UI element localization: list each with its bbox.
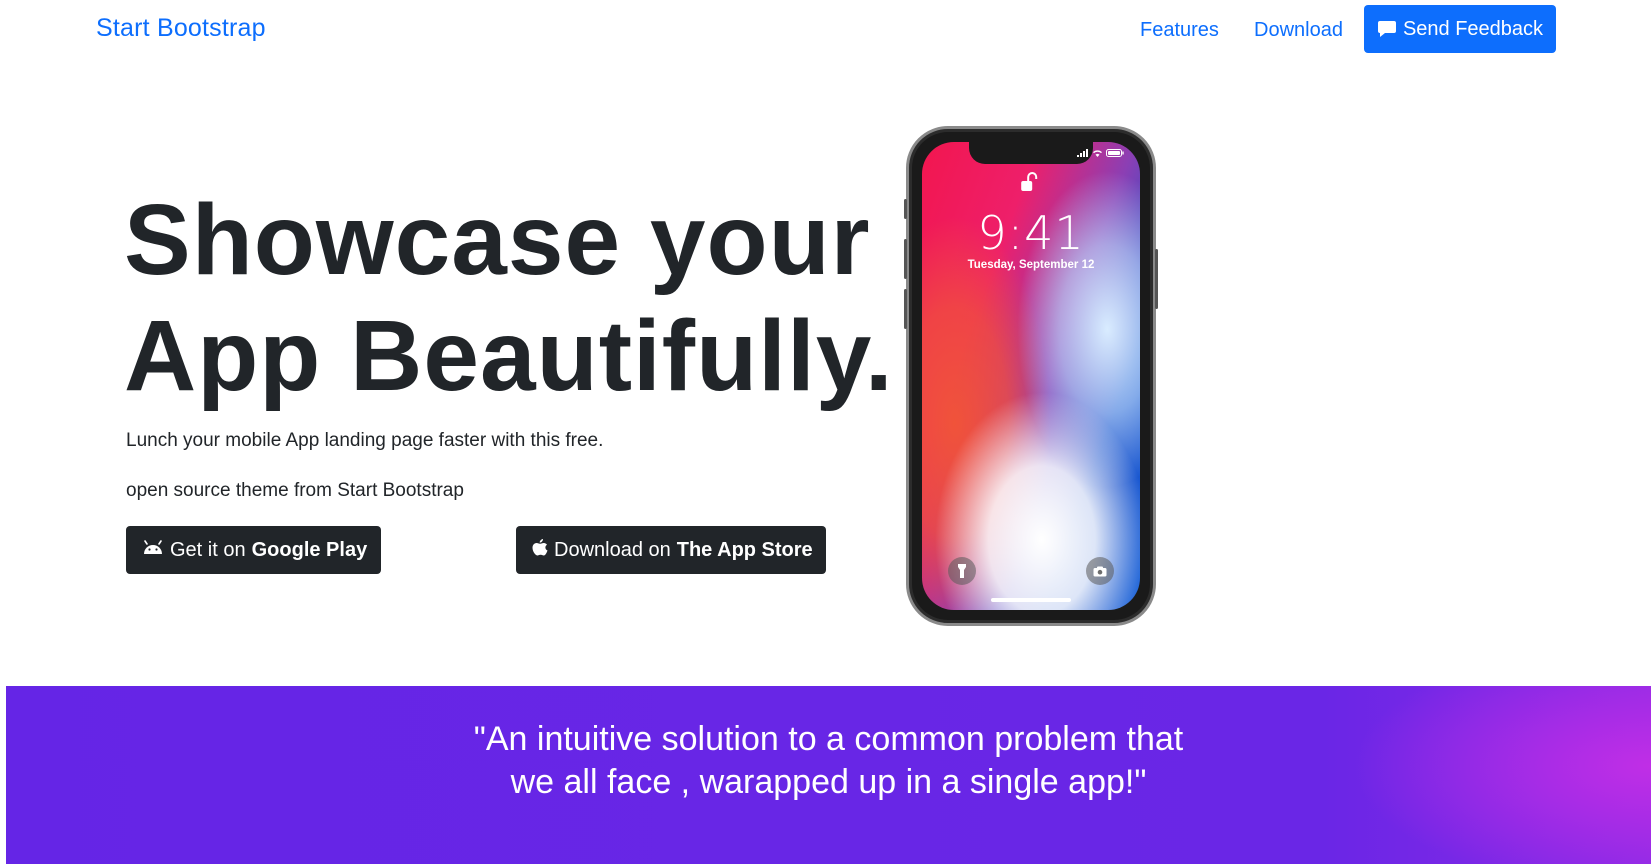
phone-notch <box>969 142 1093 164</box>
testimonial-quote: "An intuitive solution to a common probl… <box>449 718 1209 804</box>
app-store-name: The App Store <box>676 538 813 561</box>
chat-bubble-icon <box>1377 19 1397 39</box>
brand-link[interactable]: Start Bootstrap <box>96 14 266 43</box>
status-bar-icons <box>1077 149 1124 157</box>
hero-title-line-1: Showcase your <box>124 184 871 296</box>
hero-title-line-2: App Beautifully. <box>124 300 894 412</box>
google-play-button[interactable]: Get it on Google Play <box>126 526 381 574</box>
signal-icon <box>1077 149 1088 157</box>
flashlight-icon <box>948 557 976 585</box>
phone-screen: 9:41 Tuesday, September 12 <box>922 142 1140 610</box>
hero-title: Showcase your App Beautifully. <box>124 182 894 414</box>
camera-icon <box>1086 557 1114 585</box>
android-icon <box>142 539 164 562</box>
app-store-prefix: Download on <box>554 538 671 561</box>
lockscreen-date: Tuesday, September 12 <box>967 259 1095 271</box>
hero-subtitle-line-1: Lunch your mobile App landing page faste… <box>126 430 604 451</box>
lockscreen-time: 9:41 <box>977 206 1085 260</box>
apple-icon <box>532 538 548 563</box>
testimonial-section: "An intuitive solution to a common probl… <box>6 686 1651 864</box>
google-play-store-name: Google Play <box>251 538 368 561</box>
testimonial-quote-line-2: we all face , warapped up in a single ap… <box>510 763 1147 801</box>
phone-mute-switch <box>904 199 907 219</box>
wifi-icon <box>1093 150 1102 157</box>
nav-link-features[interactable]: Features <box>1140 19 1219 42</box>
navbar: Start Bootstrap Features Download Send F… <box>0 0 1651 60</box>
hero-subtitle-line-2: open source theme from Start Bootstrap <box>126 480 464 501</box>
send-feedback-button[interactable]: Send Feedback <box>1364 5 1556 53</box>
phone-volume-down <box>904 289 907 329</box>
unlock-icon <box>1020 172 1038 199</box>
google-play-prefix: Get it on <box>170 538 246 561</box>
send-feedback-label: Send Feedback <box>1402 17 1544 40</box>
testimonial-quote-line-1: "An intuitive solution to a common probl… <box>473 720 1184 758</box>
phone-power-button <box>1155 249 1158 309</box>
battery-icon <box>1106 149 1124 157</box>
app-store-button[interactable]: Download on The App Store <box>516 526 826 574</box>
phone-mockup: 9:41 Tuesday, September 12 <box>904 126 1158 626</box>
nav-link-download[interactable]: Download <box>1254 19 1343 42</box>
phone-volume-up <box>904 239 907 279</box>
home-indicator <box>991 598 1071 602</box>
